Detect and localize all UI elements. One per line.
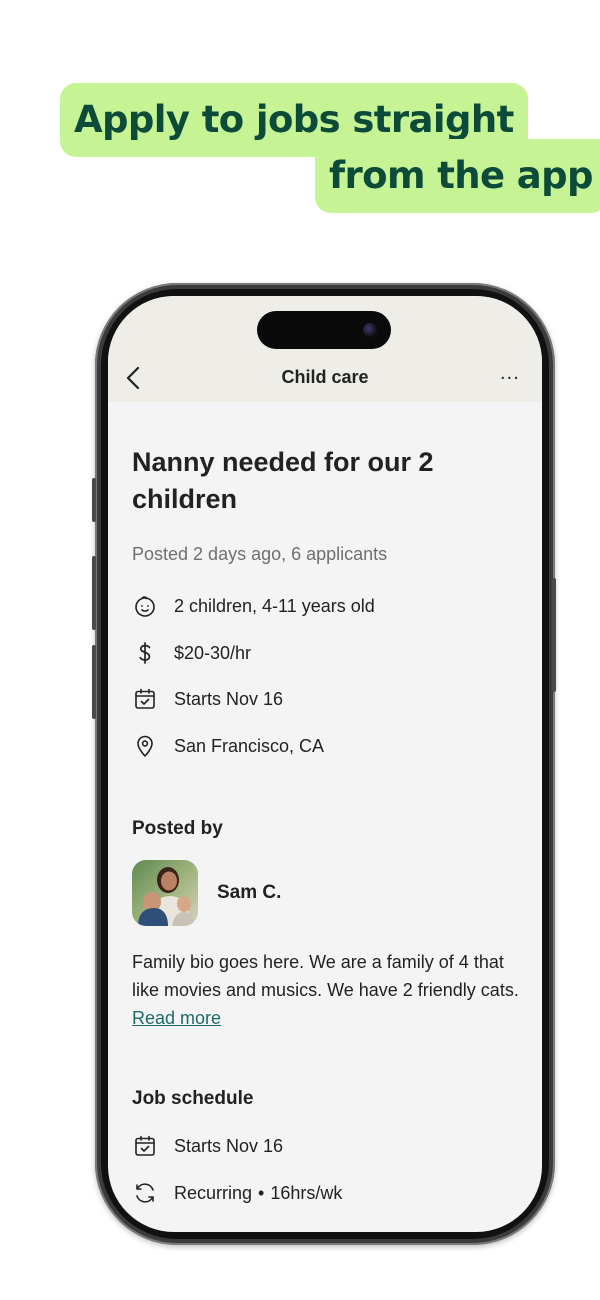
dollar-icon (132, 640, 158, 666)
poster-name[interactable]: Sam C. (217, 882, 281, 904)
detail-location: San Francisco, CA (132, 733, 324, 759)
child-face-icon (132, 593, 158, 619)
app-screen: Child care ··· Nanny needed for our 2 ch… (108, 296, 542, 1232)
schedule-start-text: Starts Nov 16 (174, 1135, 284, 1156)
schedule-recurring-label: Recurring (174, 1182, 253, 1203)
poster-bio: Family bio goes here. We are a family of… (132, 948, 527, 1032)
detail-children: 2 children, 4-11 years old (132, 593, 375, 619)
calendar-check-icon (132, 686, 158, 712)
calendar-check-icon (132, 1133, 158, 1159)
phone-volume-down-button (92, 645, 96, 719)
phone-action-button (92, 478, 96, 522)
recurring-icon (132, 1180, 158, 1206)
read-more-link[interactable]: Read more (132, 1008, 221, 1028)
nav-title: Child care (281, 367, 369, 387)
schedule-recurring: Recurring • 16hrs/wk (132, 1180, 342, 1206)
schedule-start: Starts Nov 16 (132, 1133, 283, 1159)
phone-power-button (552, 578, 556, 692)
camera-icon (363, 323, 377, 337)
schedule-hours: 16hrs/wk (270, 1182, 343, 1203)
location-pin-icon (132, 733, 158, 759)
detail-location-text: San Francisco, CA (174, 735, 325, 756)
job-title: Nanny needed for our 2 children (132, 447, 434, 514)
separator-dot: • (258, 1182, 265, 1203)
posted-by-heading: Posted by (132, 818, 223, 839)
schedule-recurring-text: Recurring • 16hrs/wk (174, 1183, 342, 1204)
detail-pay-text: $20-30/hr (174, 642, 252, 663)
headline-line-2: from the app (315, 139, 600, 213)
job-schedule-heading: Job schedule (132, 1088, 254, 1109)
detail-start-text: Starts Nov 16 (174, 688, 284, 709)
phone-volume-up-button (92, 556, 96, 630)
detail-pay: $20-30/hr (132, 640, 251, 666)
posted-meta: Posted 2 days ago, 6 applicants (132, 544, 388, 564)
poster-avatar[interactable] (132, 860, 198, 926)
dynamic-island (257, 311, 391, 349)
detail-start: Starts Nov 16 (132, 686, 283, 712)
detail-children-text: 2 children, 4-11 years old (174, 595, 375, 616)
poster-bio-text: Family bio goes here. We are a family of… (132, 952, 519, 1000)
more-options-icon[interactable]: ··· (500, 370, 520, 388)
